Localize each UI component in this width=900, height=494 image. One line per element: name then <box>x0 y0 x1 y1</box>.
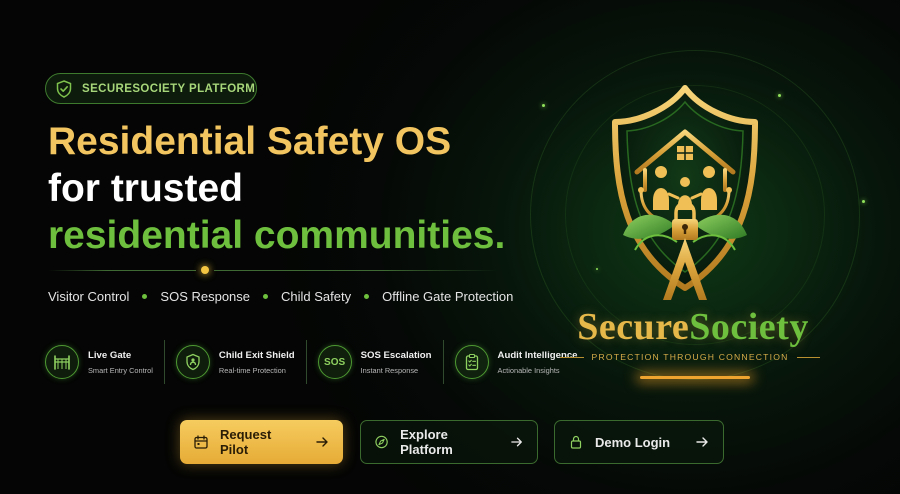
brand-word-society: Society <box>689 306 809 348</box>
feature-item: Offline Gate Protection <box>382 289 514 304</box>
shield-house-family-emblem <box>612 85 758 302</box>
module-title: Child Exit Shield <box>218 349 295 361</box>
headline-line-2: for trusted <box>48 167 243 210</box>
bullet-dot <box>364 294 370 299</box>
sos-icon-text: SOS <box>324 356 346 368</box>
lock-icon <box>570 435 582 449</box>
platform-badge: SECURESOCIETY PLATFORM <box>45 73 257 104</box>
tagline-rule-left <box>560 356 584 358</box>
shield-check-icon <box>56 79 72 98</box>
brand-tagline: PROTECTION THROUGH CONNECTION <box>591 352 789 362</box>
bullet-dot <box>142 294 148 299</box>
module-subtitle: Real-time Protection <box>218 365 286 375</box>
explore-platform-button[interactable]: Explore Platform <box>360 420 538 464</box>
arrow-right-icon <box>316 437 328 447</box>
compass-icon <box>375 435 388 449</box>
module-strip: Live Gate Smart Entry Control Child Exit… <box>42 340 589 384</box>
page-title: Residential Safety OS for trusted reside… <box>48 118 505 259</box>
bullet-dot <box>263 294 269 299</box>
brand-word-secure: Secure <box>577 306 690 348</box>
divider-dot <box>201 266 209 274</box>
module-live-gate: Live Gate Smart Entry Control <box>42 340 164 384</box>
module-child-exit-shield: Child Exit Shield Real-time Protection <box>163 340 306 384</box>
divider-left <box>48 270 196 271</box>
module-title: Live Gate <box>88 349 132 361</box>
headline-line-3: residential communities. <box>48 214 506 257</box>
explore-platform-label: Explore Platform <box>400 427 453 457</box>
divider-right <box>214 270 499 271</box>
gate-icon <box>45 345 79 379</box>
feature-item: Visitor Control <box>48 289 130 304</box>
arrow-right-icon <box>696 437 708 447</box>
clipboard-check-icon <box>454 345 489 379</box>
request-pilot-label: Request Pilot <box>219 427 272 457</box>
sos-icon: SOS <box>317 345 352 379</box>
demo-login-label: Demo Login <box>595 434 671 450</box>
brand-logotype: SecureSociety <box>548 305 838 349</box>
arrow-right-icon <box>511 437 522 447</box>
module-subtitle: Actionable Insights <box>497 365 560 375</box>
demo-login-button[interactable]: Demo Login <box>554 420 724 464</box>
headline-line-1: Residential Safety OS <box>48 120 452 163</box>
feature-list: Visitor Control SOS Response Child Safet… <box>48 289 513 304</box>
brand-underglow <box>640 376 750 379</box>
badge-label: SECURESOCIETY PLATFORM <box>82 82 256 95</box>
module-subtitle: Smart Entry Control <box>88 365 153 375</box>
tagline-rule-right <box>796 356 821 358</box>
feature-item: Child Safety <box>281 289 352 304</box>
module-title: SOS Escalation <box>360 349 432 361</box>
request-pilot-button[interactable]: Request Pilot <box>180 420 343 464</box>
child-shield-icon <box>175 345 210 379</box>
feature-item: SOS Response <box>160 289 251 304</box>
calendar-icon <box>194 435 208 449</box>
tagline-row: PROTECTION THROUGH CONNECTION <box>560 352 821 362</box>
hero-banner: SECURESOCIETY PLATFORM Residential Safet… <box>0 0 900 494</box>
sparkle <box>862 200 865 203</box>
module-subtitle: Instant Response <box>360 365 419 375</box>
module-sos-escalation: SOS SOS Escalation Instant Response <box>305 340 443 384</box>
